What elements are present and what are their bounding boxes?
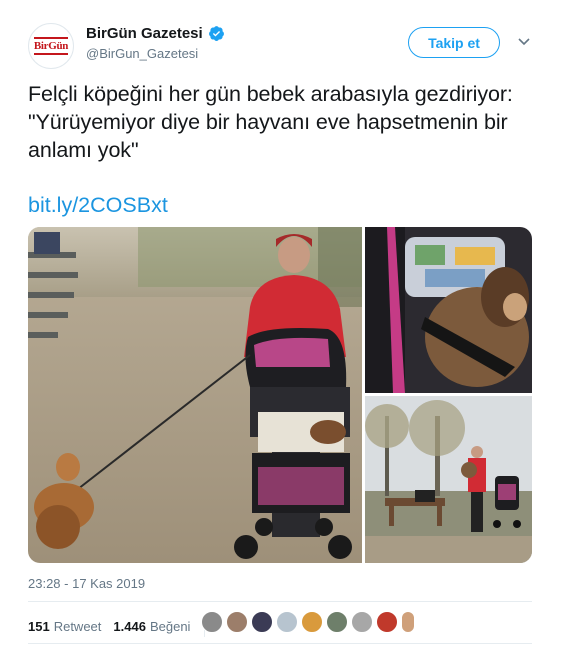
liker-avatar[interactable]	[276, 611, 298, 633]
divider	[28, 643, 532, 644]
retweet-stat[interactable]: 151 Retweet	[28, 619, 101, 634]
media-grid[interactable]	[28, 227, 532, 563]
tweet-text: Felçli köpeğini her gün bebek arabasıyla…	[28, 82, 513, 162]
retweet-count: 151	[28, 618, 50, 634]
verified-badge-icon	[208, 26, 224, 41]
liker-avatar[interactable]	[401, 611, 415, 633]
liker-avatar[interactable]	[251, 611, 273, 633]
avatar[interactable]: BirGün	[28, 23, 74, 69]
chevron-down-icon[interactable]	[518, 37, 530, 47]
liker-avatars	[201, 611, 418, 633]
liker-avatar[interactable]	[351, 611, 373, 633]
liker-avatar[interactable]	[326, 611, 348, 633]
retweet-label: Retweet	[53, 618, 102, 634]
tweet-stats: 151 Retweet 1.446 Beğeni	[28, 615, 213, 637]
display-name[interactable]: BirGün Gazetesi	[86, 25, 203, 42]
divider	[28, 601, 532, 602]
photo-dog-closeup[interactable]	[365, 227, 532, 393]
tweet-link[interactable]: bit.ly/2COSBxt	[28, 193, 168, 218]
like-count: 1.446	[113, 618, 146, 634]
liker-avatar[interactable]	[201, 611, 223, 633]
liker-avatar[interactable]	[226, 611, 248, 633]
avatar-logo: BirGün	[33, 37, 68, 55]
like-label: Beğeni	[149, 618, 191, 634]
photo-woman-holding-dog[interactable]	[365, 396, 532, 563]
photo-dog-closeup-image	[365, 227, 532, 393]
liker-avatar[interactable]	[301, 611, 323, 633]
liker-avatar[interactable]	[376, 611, 398, 633]
author-name-row[interactable]: BirGün Gazetesi	[86, 25, 225, 42]
follow-button[interactable]: Takip et	[408, 27, 500, 58]
user-handle[interactable]: @BirGun_Gazetesi	[86, 46, 198, 61]
photo-woman-holding-dog-image	[365, 396, 532, 563]
like-stat[interactable]: 1.446 Beğeni	[113, 619, 190, 634]
photo-woman-with-stroller[interactable]	[28, 227, 362, 563]
photo-woman-with-stroller-image	[28, 227, 362, 563]
tweet-timestamp[interactable]: 23:28 - 17 Kas 2019	[28, 576, 145, 591]
